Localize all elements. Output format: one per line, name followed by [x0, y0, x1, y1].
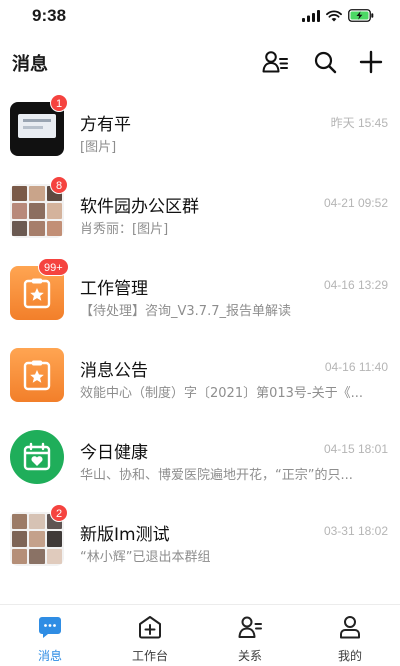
- conversation-preview: [图片]: [80, 140, 117, 155]
- message-icon: [38, 615, 62, 639]
- conversation-item[interactable]: 8 软件园办公区群 04-21 09:52 肖秀丽：[图片]: [0, 172, 400, 254]
- tab-profile[interactable]: 我的: [300, 605, 400, 666]
- status-icons: [302, 9, 374, 22]
- conversation-preview: 效能中心（制度）字〔2021〕第013号-关于《...: [80, 386, 363, 401]
- contacts-icon: [262, 51, 288, 73]
- avatar: [10, 430, 64, 484]
- unread-badge: 2: [50, 504, 69, 522]
- conversation-time: 昨天 15:45: [330, 116, 388, 130]
- profile-icon: [338, 615, 362, 639]
- contacts-button[interactable]: [261, 48, 289, 76]
- conversation-item[interactable]: 2 新版Im测试 03-31 18:02 “林小辉”已退出本群组: [0, 500, 400, 582]
- conversation-time: 04-21 09:52: [323, 196, 388, 210]
- conversation-preview: 【待处理】咨询_V3.7.7_报告单解读: [80, 304, 291, 319]
- conversation-name: 消息公告: [80, 361, 148, 381]
- contacts-icon: [238, 615, 262, 639]
- wifi-icon: [326, 9, 342, 21]
- conversation-preview: 华山、协和、博爱医院遍地开花，“正宗”的只...: [80, 468, 353, 483]
- battery-charging-icon: [348, 9, 374, 22]
- conversation-time: 04-16 11:40: [324, 360, 388, 374]
- unread-badge: 1: [50, 94, 69, 112]
- calendar-heart-icon: [23, 442, 51, 471]
- tab-messages[interactable]: 消息: [0, 605, 100, 666]
- tab-workbench[interactable]: 工作台: [100, 605, 200, 666]
- tab-bar: 消息 工作台 关系 我的: [0, 604, 400, 666]
- tab-label: 工作台: [131, 649, 168, 663]
- tab-label: 关系: [237, 649, 262, 663]
- page-title: 消息: [12, 54, 48, 75]
- conversation-time: 03-31 18:02: [323, 524, 388, 538]
- conversation-preview: 肖秀丽：[图片]: [80, 222, 169, 237]
- search-button[interactable]: [311, 48, 339, 76]
- conversation-name: 今日健康: [80, 443, 148, 463]
- status-bar: 9:38: [0, 0, 400, 34]
- add-icon: [359, 50, 383, 74]
- clipboard-star-icon: [23, 278, 51, 309]
- conversation-name: 方有平: [80, 115, 131, 135]
- conversation-name: 新版Im测试: [80, 525, 170, 545]
- add-button[interactable]: [357, 48, 385, 76]
- app-header: 消息: [0, 40, 400, 84]
- conversation-item[interactable]: 1 方有平 昨天 15:45 [图片]: [0, 90, 400, 172]
- conversation-list: 1 方有平 昨天 15:45 [图片] 8 软件园办公区群 04-21 09:5…: [0, 90, 400, 582]
- conversation-item[interactable]: 消息公告 04-16 11:40 效能中心（制度）字〔2021〕第013号-关于…: [0, 336, 400, 418]
- search-icon: [314, 51, 337, 74]
- tab-label: 我的: [337, 649, 362, 663]
- conversation-time: 04-15 18:01: [323, 442, 388, 456]
- tab-contacts[interactable]: 关系: [200, 605, 300, 666]
- avatar: [10, 348, 64, 402]
- clipboard-star-icon: [23, 360, 51, 391]
- conversation-name: 工作管理: [80, 279, 148, 299]
- signal-icon: [302, 9, 320, 22]
- conversation-time: 04-16 13:29: [323, 278, 388, 292]
- workbench-icon: [138, 615, 162, 639]
- conversation-preview: “林小辉”已退出本群组: [80, 550, 211, 565]
- conversation-name: 软件园办公区群: [80, 197, 199, 217]
- status-time: 9:38: [32, 6, 67, 25]
- tab-label: 消息: [37, 649, 62, 663]
- unread-badge: 8: [50, 176, 69, 194]
- conversation-item[interactable]: 99+ 工作管理 04-16 13:29 【待处理】咨询_V3.7.7_报告单解…: [0, 254, 400, 336]
- conversation-item[interactable]: 今日健康 04-15 18:01 华山、协和、博爱医院遍地开花，“正宗”的只..…: [0, 418, 400, 500]
- unread-badge: 99+: [38, 258, 69, 276]
